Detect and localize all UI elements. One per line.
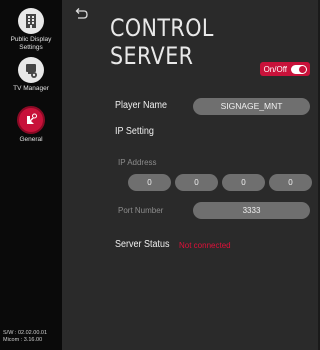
ip-octet-1[interactable]: 0 [128, 174, 171, 191]
toggle-knob [299, 65, 306, 73]
sidebar-item-label: General [19, 136, 43, 143]
general-gear-icon [17, 106, 45, 134]
back-arrow-icon [75, 8, 88, 19]
ip-octet-2[interactable]: 0 [175, 174, 218, 191]
toggle-switch[interactable] [291, 64, 307, 74]
sidebar-item-label: Public Display Settings [10, 36, 52, 51]
port-number-field[interactable]: 3333 [193, 202, 310, 219]
server-status-label: Server Status [115, 239, 170, 250]
tv-manager-icon [18, 57, 44, 83]
sidebar: Public Display Settings TV Manager Gener… [0, 0, 62, 350]
sidebar-item-public-display-settings[interactable]: Public Display Settings [0, 8, 62, 51]
ip-octet-3[interactable]: 0 [222, 174, 265, 191]
toggle-label: On/Off [263, 64, 287, 74]
building-icon [18, 8, 44, 34]
micom-version: Micom : 3.16.00 [3, 337, 43, 343]
back-button[interactable] [72, 6, 90, 24]
player-name-label: Player Name [115, 100, 168, 111]
on-off-toggle[interactable]: On/Off [259, 62, 310, 76]
server-status-value: Not connected [179, 241, 231, 250]
ip-address-label: IP Address [118, 158, 157, 167]
port-number-label: Port Number [118, 206, 164, 215]
ip-setting-label: IP Setting [115, 126, 154, 137]
sidebar-item-label: TV Manager [13, 85, 49, 92]
main-panel: CONTROL SERVER On/Off Player Name SIGNAG… [62, 0, 318, 350]
sidebar-item-tv-manager[interactable]: TV Manager [0, 57, 62, 93]
ip-octet-4[interactable]: 0 [269, 174, 312, 191]
player-name-field[interactable]: SIGNAGE_MNT [193, 98, 310, 115]
software-version: S/W : 02.02.00.01 [3, 330, 48, 336]
sidebar-item-general[interactable]: General [0, 106, 62, 144]
version-info: S/W : 02.02.00.01 Micom : 3.16.00 [3, 330, 47, 344]
